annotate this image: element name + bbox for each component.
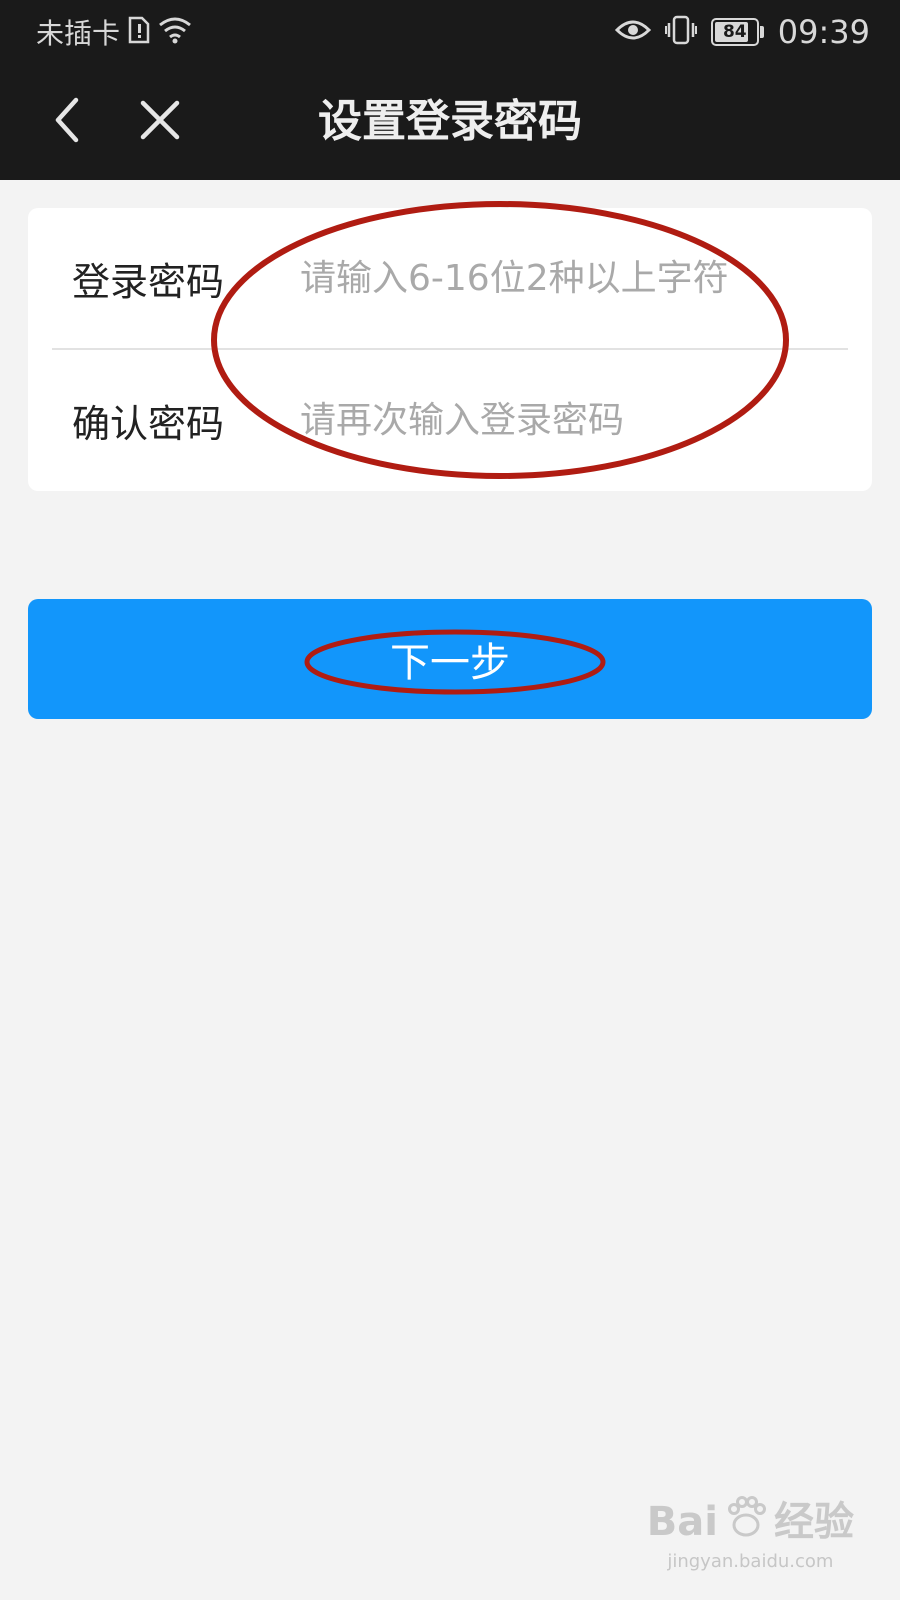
password-label: 登录密码 [72, 259, 225, 304]
confirm-password-label: 确认密码 [72, 401, 225, 446]
wifi-icon [158, 16, 192, 48]
status-right: 84 09:39 [614, 12, 870, 52]
page-title: 设置登录密码 [318, 96, 582, 147]
next-step-button[interactable]: 下一步 [28, 599, 872, 719]
watermark-logo-right: 经验 [774, 1499, 854, 1545]
watermark-logo: Bai 经验 [647, 1495, 854, 1549]
sim-alert-icon [128, 16, 150, 48]
battery-percent: 84 [722, 22, 747, 42]
password-form-card: 登录密码 确认密码 [28, 208, 872, 491]
password-input[interactable] [298, 247, 842, 309]
status-bar: 未插卡 84 09:39 [0, 0, 900, 64]
battery-icon: 84 [710, 18, 759, 46]
paw-icon [724, 1495, 768, 1549]
battery-nub [759, 26, 764, 38]
watermark-url: jingyan.baidu.com [667, 1551, 834, 1572]
next-step-label: 下一步 [390, 641, 510, 685]
nav-bar: 设置登录密码 [0, 64, 900, 180]
carrier-text: 未插卡 [36, 17, 121, 50]
status-left: 未插卡 [36, 12, 192, 52]
password-row: 登录密码 [28, 208, 872, 348]
battery-indicator: 84 [710, 18, 764, 46]
baidu-jingyan-watermark: Bai 经验 jingyan.baidu.com [647, 1495, 854, 1572]
watermark-logo-left: Bai [646, 1499, 718, 1545]
clock: 09:39 [777, 13, 870, 51]
confirm-password-row: 确认密码 [28, 350, 872, 490]
confirm-password-input[interactable] [298, 389, 842, 451]
vibrate-icon [664, 15, 697, 49]
eye-icon [614, 18, 651, 46]
